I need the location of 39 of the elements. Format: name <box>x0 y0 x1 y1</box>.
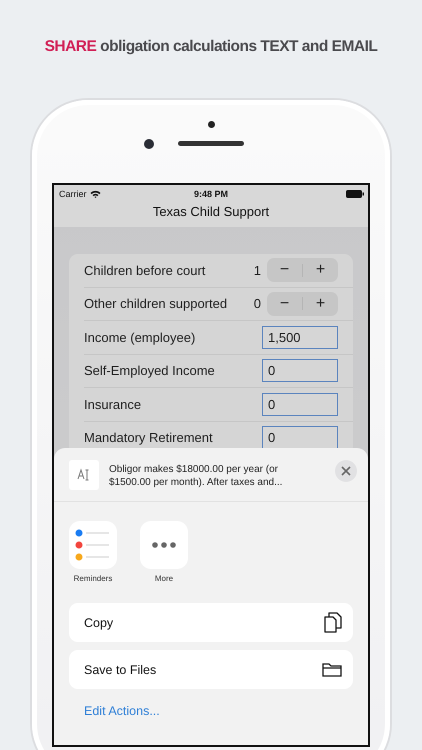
copy-icon <box>324 612 342 633</box>
field-label: Self-Employed Income <box>84 363 216 378</box>
field-label: Mandatory Retirement <box>84 430 214 446</box>
reminders-app-button[interactable] <box>69 521 117 569</box>
app-label: Reminders <box>74 574 112 583</box>
status-time: 9:48 PM <box>192 188 229 198</box>
more-button[interactable] <box>140 521 188 569</box>
field-label: Children before court <box>84 262 206 278</box>
input-field[interactable]: 0 <box>262 359 338 382</box>
headline: SHARE obligation calculations TEXT and EMAIL <box>44 37 378 57</box>
field-label: Income (employee) <box>84 330 196 345</box>
decrement-button[interactable]: − <box>267 292 302 316</box>
copy-action[interactable]: Copy <box>69 603 353 642</box>
battery-icon <box>346 190 364 198</box>
decrement-button[interactable]: − <box>267 258 302 282</box>
sensor-icon <box>208 121 215 128</box>
edit-actions-link[interactable]: Edit Actions... <box>84 704 160 718</box>
input-field[interactable]: 0 <box>262 392 338 416</box>
field-label: Other children supported <box>84 296 228 312</box>
wifi-icon <box>90 190 101 198</box>
save-to-files-action[interactable]: Save to Files <box>69 650 353 689</box>
field-label: Insurance <box>84 396 142 412</box>
stepper-value: 1 <box>254 262 261 278</box>
share-preview-text: Obligor makes $18000.00 per year (or $1500.00 per month). After taxes and... <box>109 463 284 489</box>
close-button[interactable] <box>335 460 357 482</box>
speaker-icon <box>178 141 244 146</box>
carrier-label: Carrier <box>59 188 87 198</box>
close-icon <box>341 466 351 476</box>
increment-button[interactable]: + <box>303 258 338 282</box>
app-label: More <box>154 574 174 583</box>
folder-icon <box>322 662 342 677</box>
increment-button[interactable]: + <box>303 292 338 316</box>
screen-title: Texas Child Support <box>152 203 270 221</box>
stepper-value: 0 <box>254 296 261 312</box>
more-dots-icon <box>152 542 176 548</box>
input-field[interactable]: 1,500 <box>262 326 338 349</box>
text-document-icon <box>69 460 99 490</box>
camera-icon <box>144 139 154 149</box>
input-field[interactable]: 0 <box>262 426 338 450</box>
